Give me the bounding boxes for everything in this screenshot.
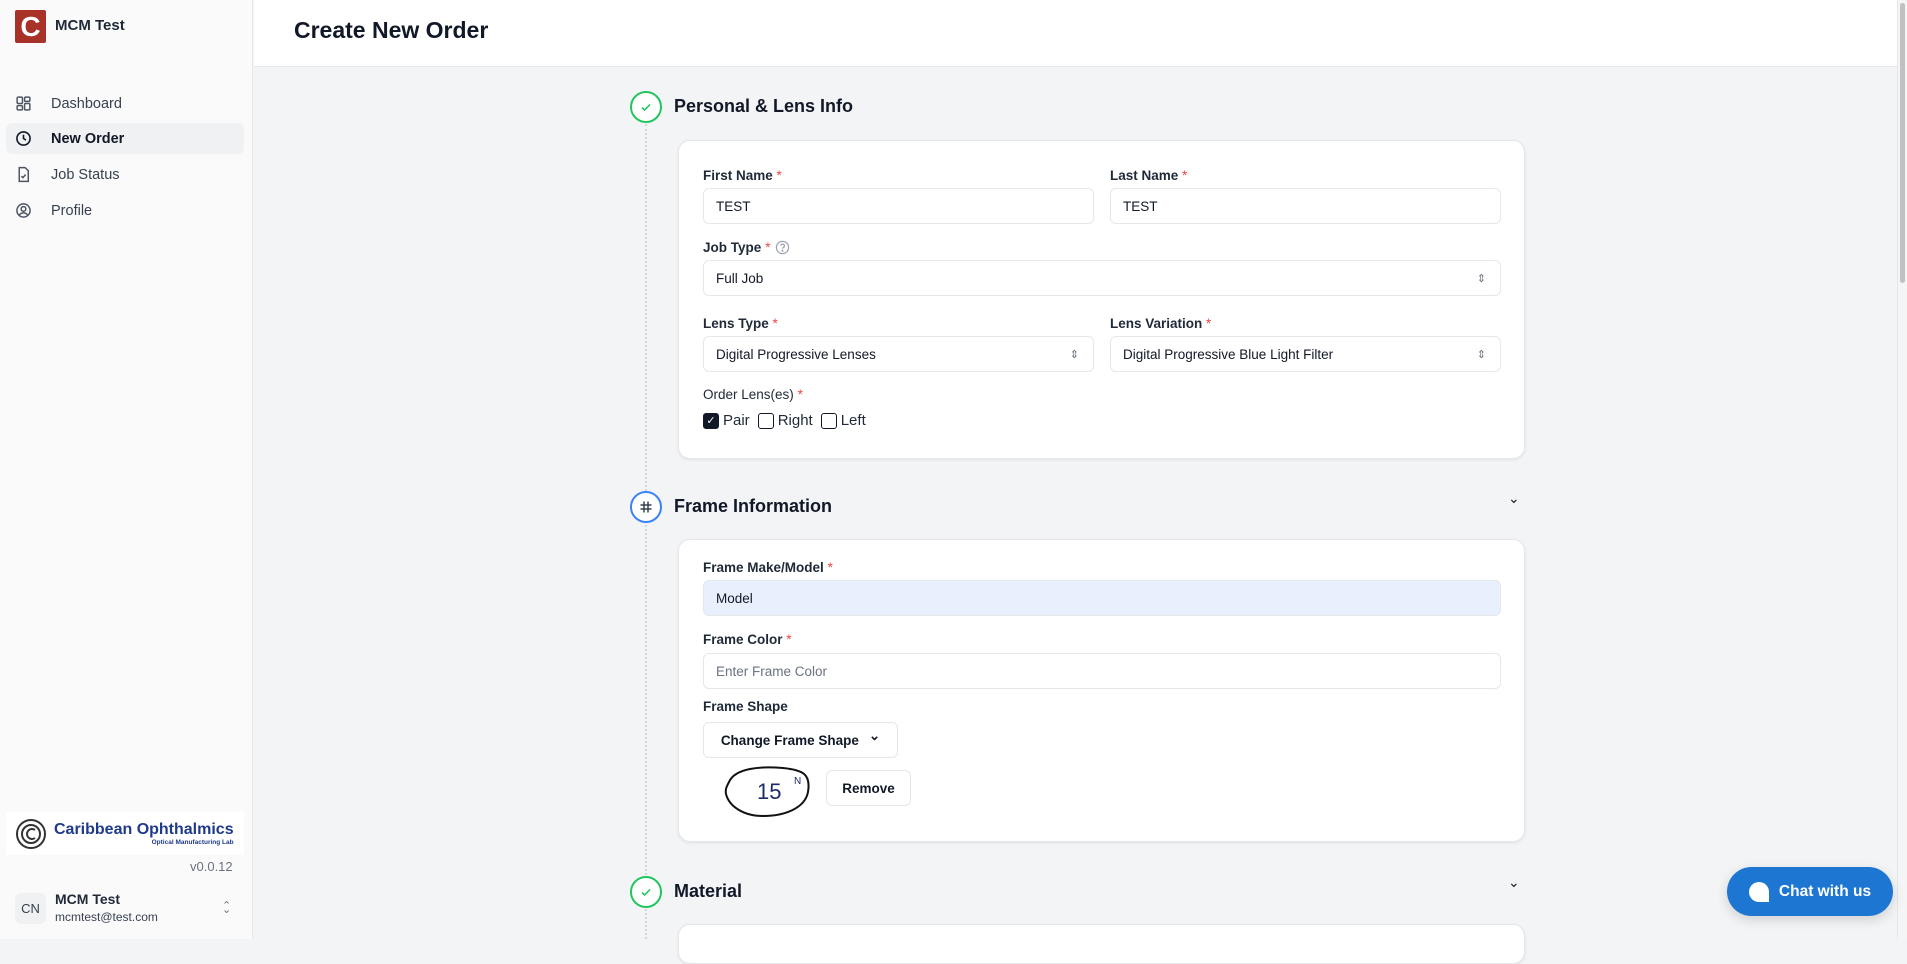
file-check-icon bbox=[18, 166, 30, 183]
timeline-line bbox=[645, 124, 647, 939]
user-menu-chevron-icon[interactable]: ⌃ ⌄ bbox=[222, 899, 231, 925]
order-lenses-label: Order Lens(es) * bbox=[703, 387, 803, 402]
frame-shape-label: Frame Shape bbox=[703, 699, 788, 714]
sidebar-item-label: Dashboard bbox=[51, 95, 122, 112]
chevron-down-icon: ⌄ bbox=[868, 728, 881, 743]
scrollbar[interactable] bbox=[1897, 0, 1907, 939]
user-email: mcmtest@test.com bbox=[55, 910, 158, 924]
dashboard-icon bbox=[16, 96, 31, 111]
lens-type-label: Lens Type * bbox=[703, 316, 778, 331]
lens-type-select[interactable]: Digital Progressive Lenses ⇕ bbox=[703, 336, 1094, 372]
section-title-personal: Personal & Lens Info bbox=[674, 96, 854, 116]
job-type-select[interactable]: Full Job ⇕ bbox=[703, 260, 1501, 296]
required-mark: * bbox=[765, 240, 771, 255]
frame-color-input[interactable]: Enter Frame Color bbox=[703, 653, 1501, 689]
brand-logo: C bbox=[15, 10, 46, 43]
right-label: Right bbox=[777, 412, 813, 429]
material-card bbox=[678, 924, 1525, 964]
select-arrows-icon: ⇕ bbox=[1069, 348, 1079, 361]
frame-make-value: Model bbox=[716, 590, 753, 606]
change-frame-shape-button[interactable]: Change Frame Shape ⌄ bbox=[703, 722, 898, 758]
left-label: Left bbox=[840, 412, 866, 429]
chat-button[interactable]: Chat with us bbox=[1727, 867, 1893, 916]
sidebar-item-label: Job Status bbox=[51, 166, 120, 183]
required-mark: * bbox=[1182, 168, 1188, 183]
page-header bbox=[254, 0, 1897, 67]
frame-shape-preview: 15 N bbox=[721, 762, 813, 822]
user-name: MCM Test bbox=[55, 891, 121, 907]
sidebar-item-new-order[interactable]: New Order bbox=[6, 123, 244, 154]
sidebar-item-profile[interactable]: Profile bbox=[6, 195, 244, 226]
first-name-label: First Name * bbox=[703, 168, 782, 183]
select-arrows-icon: ⇕ bbox=[1476, 272, 1486, 285]
sidebar-item-label: New Order bbox=[51, 130, 125, 147]
required-mark: * bbox=[1206, 316, 1212, 331]
app-name: MCM Test bbox=[55, 17, 125, 34]
check-icon bbox=[630, 876, 662, 908]
clock-icon bbox=[16, 131, 31, 146]
job-type-value: Full Job bbox=[716, 270, 764, 286]
left-checkbox[interactable] bbox=[820, 412, 837, 429]
required-mark: * bbox=[786, 632, 792, 647]
right-checkbox[interactable] bbox=[757, 412, 774, 429]
lens-variation-value: Digital Progressive Blue Light Filter bbox=[1123, 346, 1334, 362]
last-name-input[interactable]: TEST bbox=[1110, 188, 1501, 224]
company-logo: Caribbean Ophthalmics Optical Manufactur… bbox=[6, 812, 244, 855]
select-arrows-icon: ⇕ bbox=[1476, 348, 1486, 361]
help-icon[interactable] bbox=[775, 240, 790, 255]
first-name-input[interactable]: TEST bbox=[703, 188, 1094, 224]
remove-shape-button[interactable]: Remove bbox=[826, 770, 911, 806]
chevron-down-icon[interactable]: ⌄ bbox=[1508, 874, 1520, 891]
check-icon bbox=[630, 91, 662, 123]
lens-type-value: Digital Progressive Lenses bbox=[716, 346, 876, 362]
frame-color-label: Frame Color * bbox=[703, 632, 792, 647]
frame-make-input[interactable]: Model bbox=[703, 580, 1501, 616]
app-version: v0.0.12 bbox=[190, 859, 233, 874]
sidebar: C MCM Test Dashboard New Order Job Statu… bbox=[0, 0, 253, 939]
chevron-down-icon[interactable]: ⌄ bbox=[1508, 490, 1520, 507]
sidebar-item-label: Profile bbox=[51, 202, 93, 219]
frame-color-placeholder: Enter Frame Color bbox=[716, 663, 828, 679]
avatar: CN bbox=[15, 893, 46, 924]
frame-shape-mark: N bbox=[794, 776, 802, 787]
required-mark: * bbox=[772, 316, 778, 331]
section-title-frame: Frame Information bbox=[674, 496, 833, 516]
hash-icon bbox=[630, 491, 662, 523]
last-name-label: Last Name * bbox=[1110, 168, 1188, 183]
lens-variation-label: Lens Variation * bbox=[1110, 316, 1212, 331]
section-title-material: Material bbox=[674, 881, 743, 901]
required-mark: * bbox=[827, 560, 833, 575]
frame-shape-number: 15 bbox=[757, 779, 782, 804]
company-tagline: Optical Manufacturing Lab bbox=[151, 839, 234, 846]
job-type-label: Job Type * bbox=[703, 240, 790, 255]
required-mark: * bbox=[797, 387, 803, 402]
sidebar-item-dashboard[interactable]: Dashboard bbox=[6, 88, 244, 119]
company-name: Caribbean Ophthalmics bbox=[54, 821, 234, 838]
required-mark: * bbox=[776, 168, 782, 183]
user-circle-icon bbox=[16, 203, 31, 218]
sidebar-item-job-status[interactable]: Job Status bbox=[6, 159, 244, 190]
frame-make-label: Frame Make/Model * bbox=[703, 560, 833, 575]
last-name-value: TEST bbox=[1123, 198, 1158, 214]
lens-variation-select[interactable]: Digital Progressive Blue Light Filter ⇕ bbox=[1110, 336, 1501, 372]
order-lenses-group: ✓ Pair Right Left bbox=[703, 412, 866, 429]
page-title: Create New Order bbox=[294, 17, 489, 43]
pair-checkbox[interactable]: ✓ bbox=[703, 412, 719, 429]
chat-bubble-icon bbox=[1748, 881, 1769, 902]
company-logo-icon bbox=[16, 818, 46, 849]
first-name-value: TEST bbox=[716, 198, 751, 214]
pair-label: Pair bbox=[723, 412, 750, 429]
